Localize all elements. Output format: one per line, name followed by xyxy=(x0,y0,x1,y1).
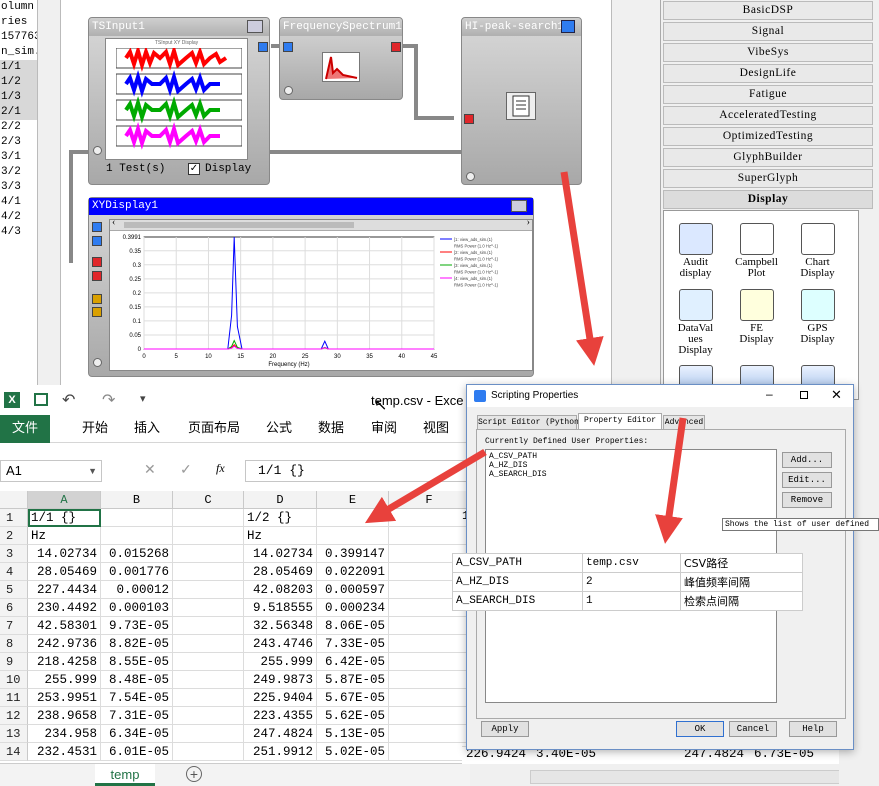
arrow-dialog-to-excel xyxy=(364,448,487,524)
arrow-peak-to-dialog xyxy=(560,171,604,366)
annotation-arrows xyxy=(364,171,687,544)
mouse-cursor-icon: ↖ xyxy=(374,397,388,414)
arrow-dialog-to-table xyxy=(655,417,687,544)
